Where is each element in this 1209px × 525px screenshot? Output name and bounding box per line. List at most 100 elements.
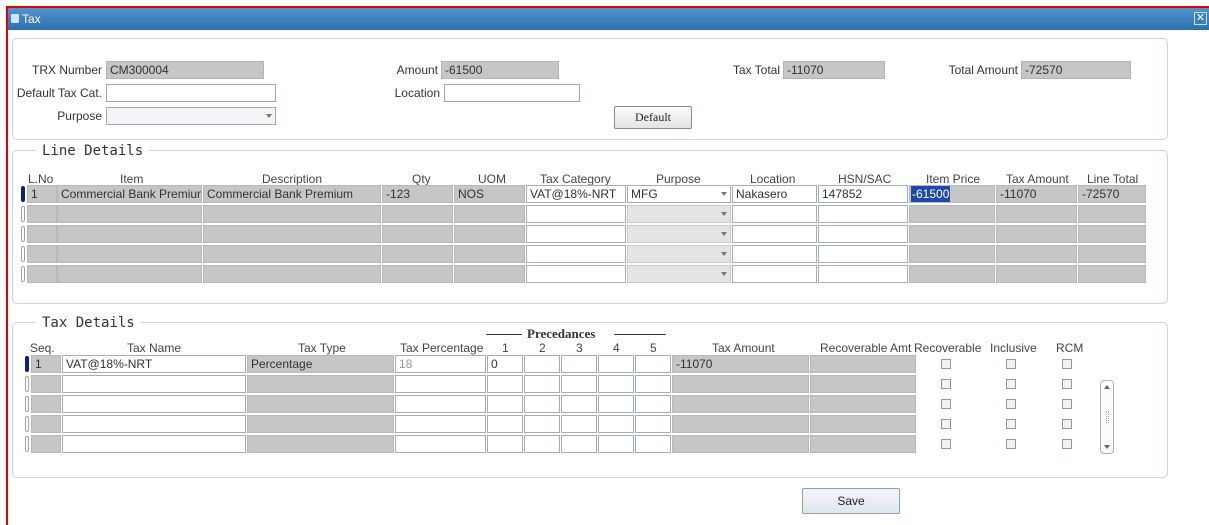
line-purpose-select[interactable]	[627, 245, 731, 263]
tax-cell[interactable]	[598, 415, 634, 433]
inclusive-checkbox[interactable]	[1006, 439, 1016, 449]
recoverable-amt	[810, 355, 916, 373]
row-selector[interactable]	[25, 376, 29, 392]
tax-cell[interactable]	[598, 395, 634, 413]
line-cell[interactable]	[818, 205, 908, 223]
recoverable-checkbox[interactable]	[941, 399, 951, 409]
tax-cell[interactable]	[561, 435, 597, 453]
line-cell[interactable]	[526, 225, 626, 243]
rcm-checkbox[interactable]	[1062, 399, 1072, 409]
row-selector[interactable]	[21, 206, 25, 222]
line-cell[interactable]	[818, 225, 908, 243]
line-cell[interactable]	[526, 265, 626, 283]
purpose-select[interactable]	[106, 107, 276, 125]
recoverable-checkbox[interactable]	[941, 419, 951, 429]
col-item: Item	[120, 172, 144, 186]
row-selector[interactable]	[25, 416, 29, 432]
recoverable-checkbox[interactable]	[941, 439, 951, 449]
precedance-2[interactable]	[524, 355, 560, 373]
scroll-grip-icon[interactable]	[1106, 411, 1109, 423]
tax-cell[interactable]	[524, 435, 560, 453]
row-selector[interactable]	[25, 436, 29, 452]
tax-cell[interactable]	[524, 415, 560, 433]
tax-cell[interactable]	[395, 435, 486, 453]
line-cell[interactable]	[732, 225, 817, 243]
total-amount-field: -72570	[1021, 61, 1131, 79]
location-input[interactable]	[444, 84, 580, 102]
row-selector[interactable]	[21, 226, 25, 242]
row-selector[interactable]	[21, 266, 25, 282]
tax-cell[interactable]	[62, 395, 246, 413]
tax-cell[interactable]	[487, 435, 523, 453]
line-cell[interactable]	[732, 245, 817, 263]
recoverable-checkbox[interactable]	[941, 379, 951, 389]
tax-empty-row	[0, 415, 1150, 435]
scroll-up-icon[interactable]	[1104, 385, 1110, 389]
tax-cell[interactable]	[395, 395, 486, 413]
tax-cell[interactable]	[395, 375, 486, 393]
line-cell[interactable]	[526, 205, 626, 223]
rcm-checkbox[interactable]	[1062, 419, 1072, 429]
inclusive-checkbox[interactable]	[1006, 359, 1016, 369]
tax-details-scrollbar[interactable]	[1100, 380, 1114, 454]
tax-cell[interactable]	[62, 435, 246, 453]
row-selector[interactable]	[21, 246, 25, 262]
tax-cell[interactable]	[524, 395, 560, 413]
tax-cell[interactable]	[487, 415, 523, 433]
tax-cell[interactable]	[524, 375, 560, 393]
tax-cell	[31, 415, 61, 433]
close-icon[interactable]: ✕	[1194, 12, 1207, 25]
line-tax-category[interactable]: VAT@18%-NRT	[526, 185, 626, 203]
line-location[interactable]: Nakasero	[732, 185, 817, 203]
col-recoverable-amt: Recoverable Amt	[820, 341, 912, 355]
line-purpose-select[interactable]: MFG	[627, 185, 731, 203]
tax-name[interactable]: VAT@18%-NRT	[62, 355, 246, 373]
tax-cell[interactable]	[487, 395, 523, 413]
scroll-down-icon[interactable]	[1104, 445, 1110, 449]
row-selector[interactable]	[25, 356, 29, 372]
line-purpose-select[interactable]	[627, 225, 731, 243]
save-button[interactable]: Save	[802, 488, 900, 514]
precedance-5[interactable]	[635, 355, 671, 373]
tax-cell[interactable]	[62, 415, 246, 433]
line-cell[interactable]	[526, 245, 626, 263]
tax-cell[interactable]	[598, 435, 634, 453]
tax-cell[interactable]	[561, 395, 597, 413]
tax-cell[interactable]	[635, 375, 671, 393]
line-description: Commercial Bank Premium	[203, 185, 381, 203]
line-hsn-sac[interactable]: 147852	[818, 185, 908, 203]
line-cell[interactable]	[818, 245, 908, 263]
tax-cell[interactable]	[635, 435, 671, 453]
tax-cell[interactable]	[561, 375, 597, 393]
line-cell[interactable]	[732, 265, 817, 283]
tax-cell[interactable]	[561, 415, 597, 433]
default-button[interactable]: Default	[614, 106, 692, 129]
inclusive-checkbox[interactable]	[1006, 419, 1016, 429]
rcm-checkbox[interactable]	[1062, 359, 1072, 369]
tax-cell[interactable]	[635, 395, 671, 413]
rcm-checkbox[interactable]	[1062, 379, 1072, 389]
tax-cell[interactable]	[487, 375, 523, 393]
precedance-4[interactable]	[598, 355, 634, 373]
row-selector[interactable]	[25, 396, 29, 412]
precedance-1[interactable]: 0	[487, 355, 523, 373]
tax-cell[interactable]	[598, 375, 634, 393]
rcm-checkbox[interactable]	[1062, 439, 1072, 449]
inclusive-checkbox[interactable]	[1006, 399, 1016, 409]
tax-cell	[810, 375, 916, 393]
line-cell	[454, 265, 525, 283]
inclusive-checkbox[interactable]	[1006, 379, 1016, 389]
chevron-down-icon	[721, 252, 727, 256]
line-cell[interactable]	[818, 265, 908, 283]
row-selector[interactable]	[21, 186, 25, 202]
recoverable-checkbox[interactable]	[941, 359, 951, 369]
line-purpose-select[interactable]	[627, 265, 731, 283]
line-cell[interactable]	[732, 205, 817, 223]
tax-cell[interactable]	[62, 375, 246, 393]
default-tax-cat-input[interactable]	[106, 84, 276, 102]
line-purpose-select[interactable]	[627, 205, 731, 223]
tax-cell[interactable]	[395, 415, 486, 433]
tax-percentage[interactable]: 18	[395, 355, 486, 373]
tax-cell[interactable]	[635, 415, 671, 433]
precedance-3[interactable]	[561, 355, 597, 373]
